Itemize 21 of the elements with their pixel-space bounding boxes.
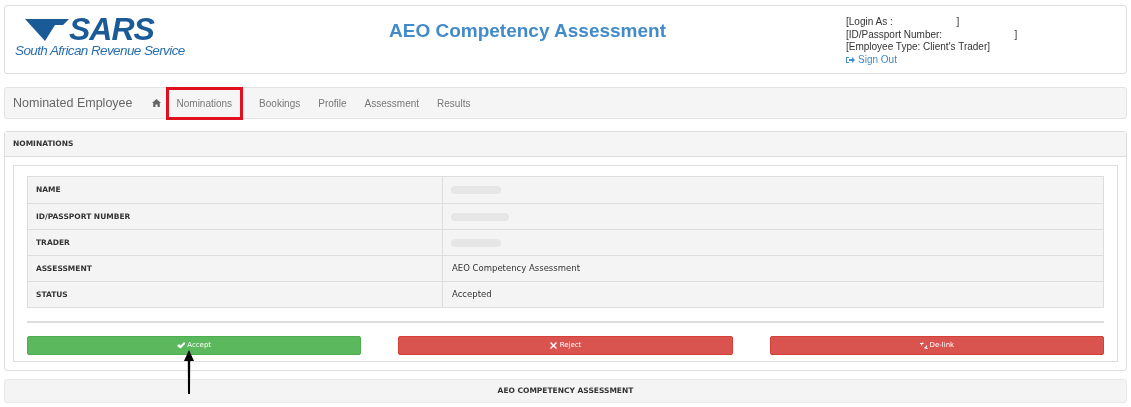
sign-out-link[interactable]: Sign Out [846,53,897,66]
nav-link[interactable]: Results [429,89,479,117]
pointer-arrow [183,350,195,394]
nav-link[interactable]: Assessment [356,89,428,117]
home-icon[interactable] [151,99,161,107]
check-icon [177,342,186,349]
nav-brand[interactable]: Nominated Employee [13,93,133,113]
nav-link[interactable]: Bookings [251,89,309,117]
x-mark-icon [549,342,558,349]
nav-link[interactable]: Nominations [168,89,241,117]
field-value: Accepted [451,288,493,302]
logo-emblem-icon [25,17,69,43]
sign-out-icon [846,55,855,64]
nav-link[interactable]: Profile [310,89,355,117]
user-info-line: [ID/Passport Number: ] [846,28,1018,41]
field-value: AEO Competency Assessment [451,262,581,276]
user-info-line: [Login As : ] [846,16,961,29]
logo-wordmark: SARS [69,15,154,43]
logo-subtitle: South African Revenue Service [15,43,185,58]
user-info-line: [Employee Type: Client's Trader] [846,41,991,54]
page-title: AEO Competency Assessment [389,19,666,43]
